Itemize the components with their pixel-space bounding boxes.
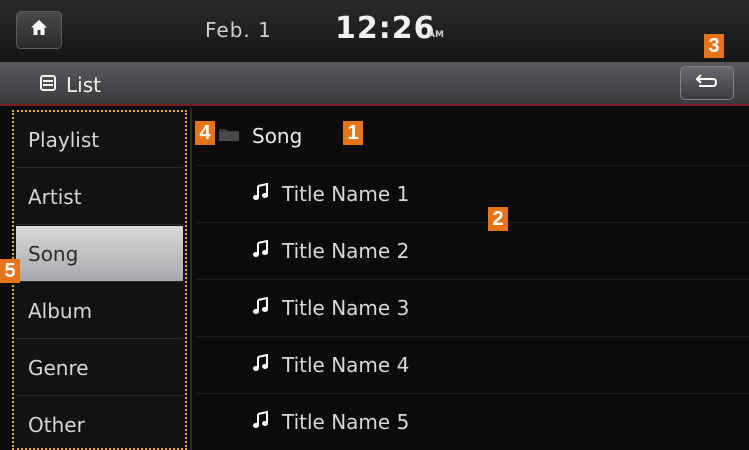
status-date: Feb. 1 [205,18,272,42]
music-note-icon [252,353,270,376]
list-icon [40,75,56,95]
song-row[interactable]: Title Name 3 [196,279,749,336]
music-note-icon [252,410,270,433]
folder-row[interactable]: Song [218,108,738,164]
category-label: Playlist [28,127,100,152]
category-label: Artist [28,184,82,209]
song-title: Title Name 3 [282,296,410,320]
category-label: Album [28,298,93,323]
category-item-song[interactable]: Song [16,226,183,282]
status-ampm: AM [428,30,444,40]
header-title-text: List [66,73,101,97]
song-row[interactable]: Title Name 5 [196,393,749,450]
song-row[interactable]: Title Name 4 [196,336,749,393]
sidebar-divider [190,108,192,450]
song-row[interactable]: Title Name 2 [196,222,749,279]
home-button[interactable] [16,11,62,49]
category-label: Other [28,413,85,437]
back-button[interactable] [680,66,734,100]
callout-1: 1 [343,121,363,145]
folder-icon [218,126,240,146]
song-title: Title Name 2 [282,239,410,263]
song-title: Title Name 1 [282,182,410,206]
song-title: Title Name 5 [282,410,410,434]
music-note-icon [252,296,270,319]
music-list-screen: Feb. 1 12:26 AM List Playlist Artist Son… [0,0,749,450]
callout-3: 3 [704,34,724,58]
category-list: Playlist Artist Song Album Genre Other [12,110,187,450]
music-note-icon [252,182,270,205]
header-title: List [40,67,101,103]
category-item-other[interactable]: Other [16,397,183,450]
song-row[interactable]: Title Name 1 [196,165,749,222]
folder-label: Song [252,124,303,148]
category-item-album[interactable]: Album [16,283,183,339]
music-note-icon [252,239,270,262]
back-arrow-icon [695,72,719,94]
status-time: 12:26 [335,11,436,46]
home-icon [30,19,48,41]
category-item-genre[interactable]: Genre [16,340,183,396]
header-bar [0,62,749,106]
category-item-playlist[interactable]: Playlist [16,112,183,168]
song-title: Title Name 4 [282,353,410,377]
category-label: Song [28,241,79,266]
callout-5: 5 [0,259,20,283]
category-label: Genre [28,355,89,380]
callout-2: 2 [488,207,508,231]
callout-4: 4 [195,121,215,145]
category-item-artist[interactable]: Artist [16,169,183,225]
